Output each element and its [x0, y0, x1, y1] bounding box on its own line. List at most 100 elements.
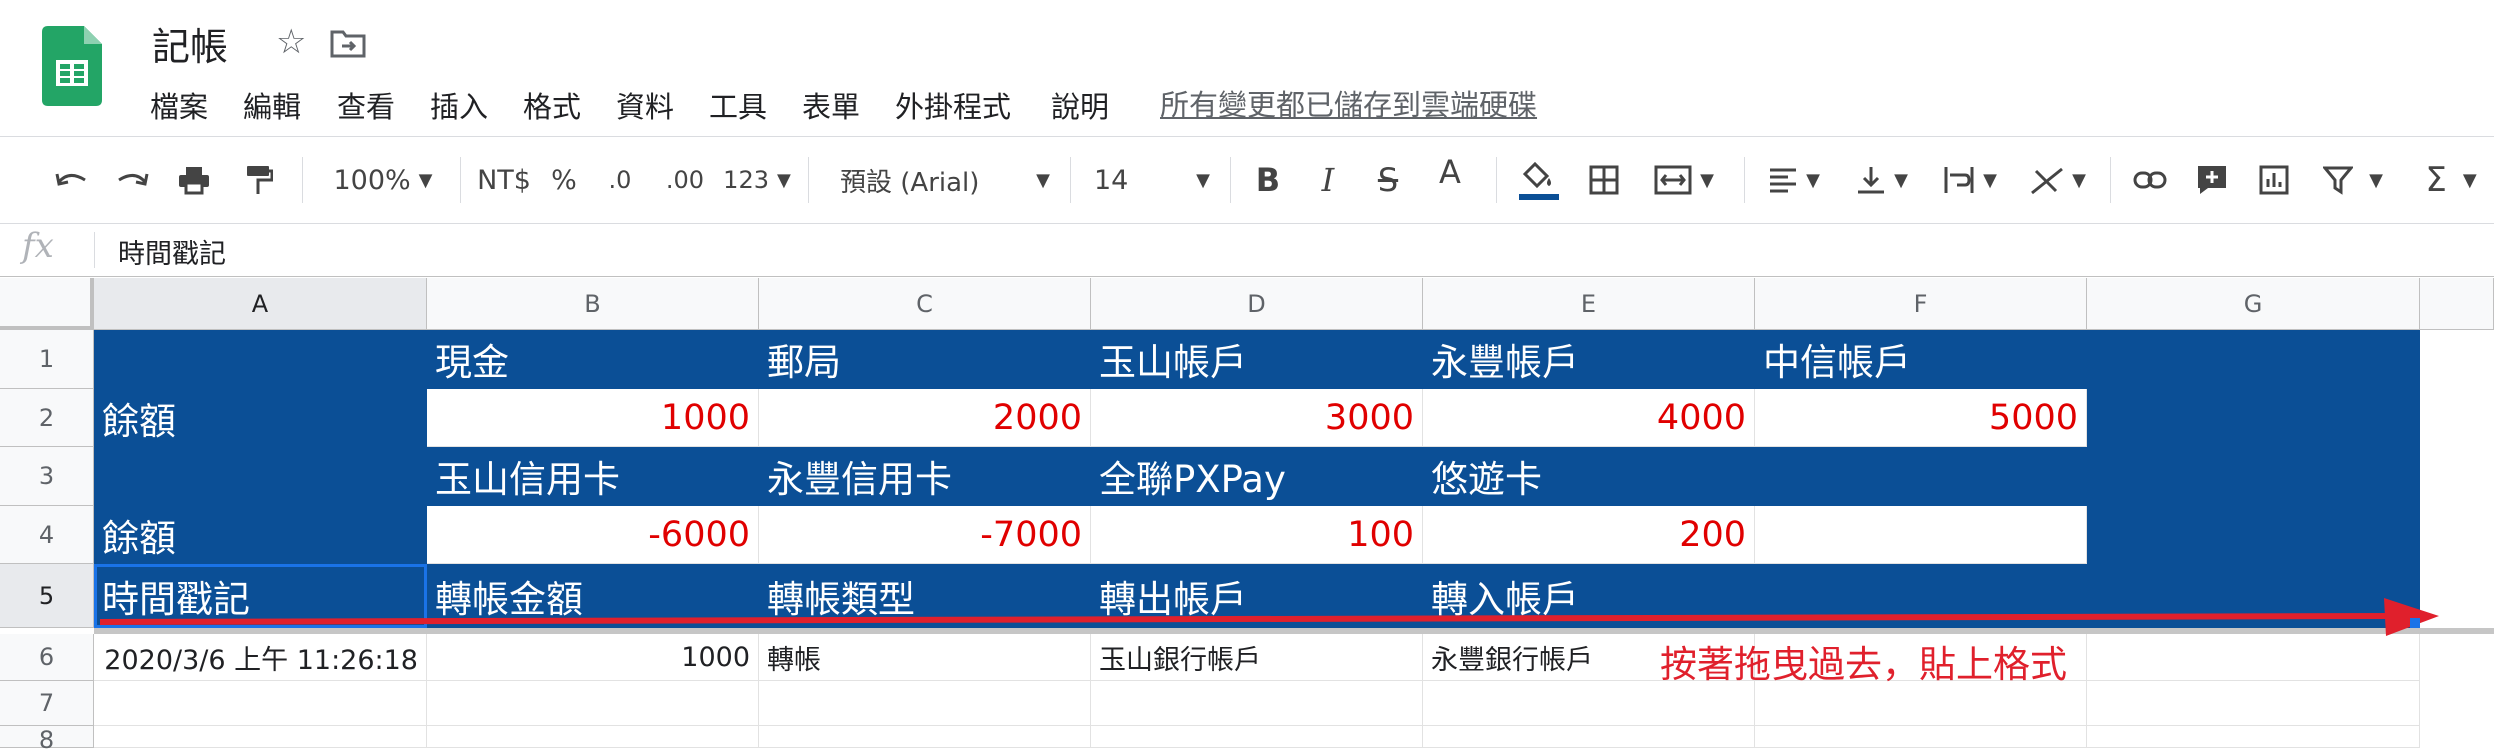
menu-tools[interactable]: 工具: [709, 84, 767, 126]
cell-c7[interactable]: [759, 681, 1091, 726]
cell-d4[interactable]: 100: [1091, 506, 1423, 564]
percent-format-button[interactable]: %: [548, 137, 580, 223]
row-header-8[interactable]: 8: [0, 726, 94, 754]
menu-addons[interactable]: 外掛程式: [895, 84, 1011, 126]
paint-format-icon[interactable]: [236, 137, 280, 223]
select-all-corner[interactable]: [0, 278, 94, 330]
column-header-g[interactable]: G: [2087, 278, 2420, 330]
move-to-folder-icon[interactable]: [330, 28, 366, 58]
cell-d3[interactable]: 全聯PXPay: [1091, 447, 1423, 506]
cell-b8[interactable]: [427, 726, 759, 748]
column-header-b[interactable]: B: [427, 278, 759, 330]
menu-edit[interactable]: 編輯: [243, 84, 301, 126]
redo-icon[interactable]: [110, 137, 154, 223]
cell-c8[interactable]: [759, 726, 1091, 748]
cell-g3[interactable]: [2087, 447, 2420, 506]
font-size-select[interactable]: 14 ▼: [1094, 137, 1210, 223]
row-header-7[interactable]: 7: [0, 681, 94, 726]
cell-c3[interactable]: 永豐信用卡: [759, 447, 1091, 506]
menu-forms[interactable]: 表單: [802, 84, 860, 126]
google-sheets-logo-icon[interactable]: [42, 26, 102, 106]
functions-button[interactable]: Σ ▼: [2414, 137, 2488, 223]
font-family-select[interactable]: 預設 (Arial) ▼: [840, 137, 1050, 223]
merge-cells-icon[interactable]: ▼: [1644, 137, 1724, 223]
filter-icon[interactable]: ▼: [2316, 137, 2390, 223]
cell-b1[interactable]: 現金: [427, 330, 759, 389]
cell-e4[interactable]: 200: [1423, 506, 1755, 564]
row-header-1[interactable]: 1: [0, 330, 94, 389]
star-icon[interactable]: ☆: [276, 22, 306, 62]
cell-f3[interactable]: [1755, 447, 2087, 506]
cell-b2[interactable]: 1000: [427, 389, 759, 447]
cell-b4[interactable]: -6000: [427, 506, 759, 564]
strikethrough-button[interactable]: S: [1370, 137, 1406, 223]
menu-format[interactable]: 格式: [523, 84, 581, 126]
menu-help[interactable]: 說明: [1051, 84, 1109, 126]
cell-a8[interactable]: [94, 726, 427, 748]
print-icon[interactable]: [172, 137, 216, 223]
zoom-select[interactable]: 100% ▼: [318, 137, 448, 223]
more-formats-select[interactable]: 123 ▼: [720, 137, 794, 223]
text-color-button[interactable]: A: [1432, 137, 1468, 223]
insert-chart-icon[interactable]: [2252, 137, 2296, 223]
insert-link-icon[interactable]: [2128, 137, 2172, 223]
column-header-d[interactable]: D: [1091, 278, 1423, 330]
increase-decimal-button[interactable]: .00: [660, 137, 710, 223]
cell-a4[interactable]: 餘額: [94, 506, 427, 564]
vertical-align-icon[interactable]: ▼: [1852, 137, 1912, 223]
column-header-a[interactable]: A: [94, 278, 427, 330]
undo-icon[interactable]: [50, 137, 94, 223]
cell-d7[interactable]: [1091, 681, 1423, 726]
formula-input[interactable]: 時間戳記: [118, 232, 226, 271]
menu-view[interactable]: 查看: [337, 84, 395, 126]
save-status-link[interactable]: 所有變更都已儲存到雲端硬碟: [1160, 82, 1537, 124]
insert-comment-icon[interactable]: [2190, 137, 2234, 223]
cell-c1[interactable]: 郵局: [759, 330, 1091, 389]
horizontal-align-icon[interactable]: ▼: [1764, 137, 1824, 223]
cell-a7[interactable]: [94, 681, 427, 726]
column-header-h[interactable]: [2420, 278, 2494, 330]
cell-f4[interactable]: [1755, 506, 2087, 564]
cell-d8[interactable]: [1091, 726, 1423, 748]
column-header-f[interactable]: F: [1755, 278, 2087, 330]
cell-c2[interactable]: 2000: [759, 389, 1091, 447]
text-rotation-icon[interactable]: ▼: [2026, 137, 2090, 223]
currency-format-button[interactable]: NT$: [472, 137, 536, 223]
cell-b7[interactable]: [427, 681, 759, 726]
cell-a2[interactable]: 餘額: [94, 389, 427, 447]
cell-d2[interactable]: 3000: [1091, 389, 1423, 447]
menu-insert[interactable]: 插入: [430, 84, 488, 126]
fill-handle[interactable]: [2410, 618, 2420, 628]
row-header-6[interactable]: 6: [0, 634, 94, 681]
cell-e8[interactable]: [1423, 726, 1755, 748]
cell-e2[interactable]: 4000: [1423, 389, 1755, 447]
cell-g8[interactable]: [2087, 726, 2420, 748]
borders-icon[interactable]: [1582, 137, 1626, 223]
row-header-4[interactable]: 4: [0, 506, 94, 564]
document-title[interactable]: 記帳: [152, 16, 228, 71]
row-header-3[interactable]: 3: [0, 447, 94, 506]
cell-a3[interactable]: [94, 447, 427, 506]
cell-g7[interactable]: [2087, 681, 2420, 726]
cell-g2[interactable]: [2087, 389, 2420, 447]
cell-e1[interactable]: 永豐帳戶: [1423, 330, 1755, 389]
cell-g4[interactable]: [2087, 506, 2420, 564]
cell-d1[interactable]: 玉山帳戶: [1091, 330, 1423, 389]
menu-file[interactable]: 檔案: [150, 84, 208, 126]
row-header-2[interactable]: 2: [0, 389, 94, 447]
cell-f8[interactable]: [1755, 726, 2087, 748]
cell-f2[interactable]: 5000: [1755, 389, 2087, 447]
cell-b3[interactable]: 玉山信用卡: [427, 447, 759, 506]
column-header-c[interactable]: C: [759, 278, 1091, 330]
cell-c4[interactable]: -7000: [759, 506, 1091, 564]
column-header-e[interactable]: E: [1423, 278, 1755, 330]
menu-data[interactable]: 資料: [616, 84, 674, 126]
text-wrapping-icon[interactable]: ▼: [1940, 137, 2000, 223]
cell-e3[interactable]: 悠遊卡: [1423, 447, 1755, 506]
fill-color-icon[interactable]: [1512, 137, 1562, 223]
cell-a1[interactable]: [94, 330, 427, 389]
cell-g1[interactable]: [2087, 330, 2420, 389]
decrease-decimal-button[interactable]: .0: [600, 137, 640, 223]
italic-button[interactable]: I: [1310, 137, 1346, 223]
bold-button[interactable]: B: [1250, 137, 1286, 223]
